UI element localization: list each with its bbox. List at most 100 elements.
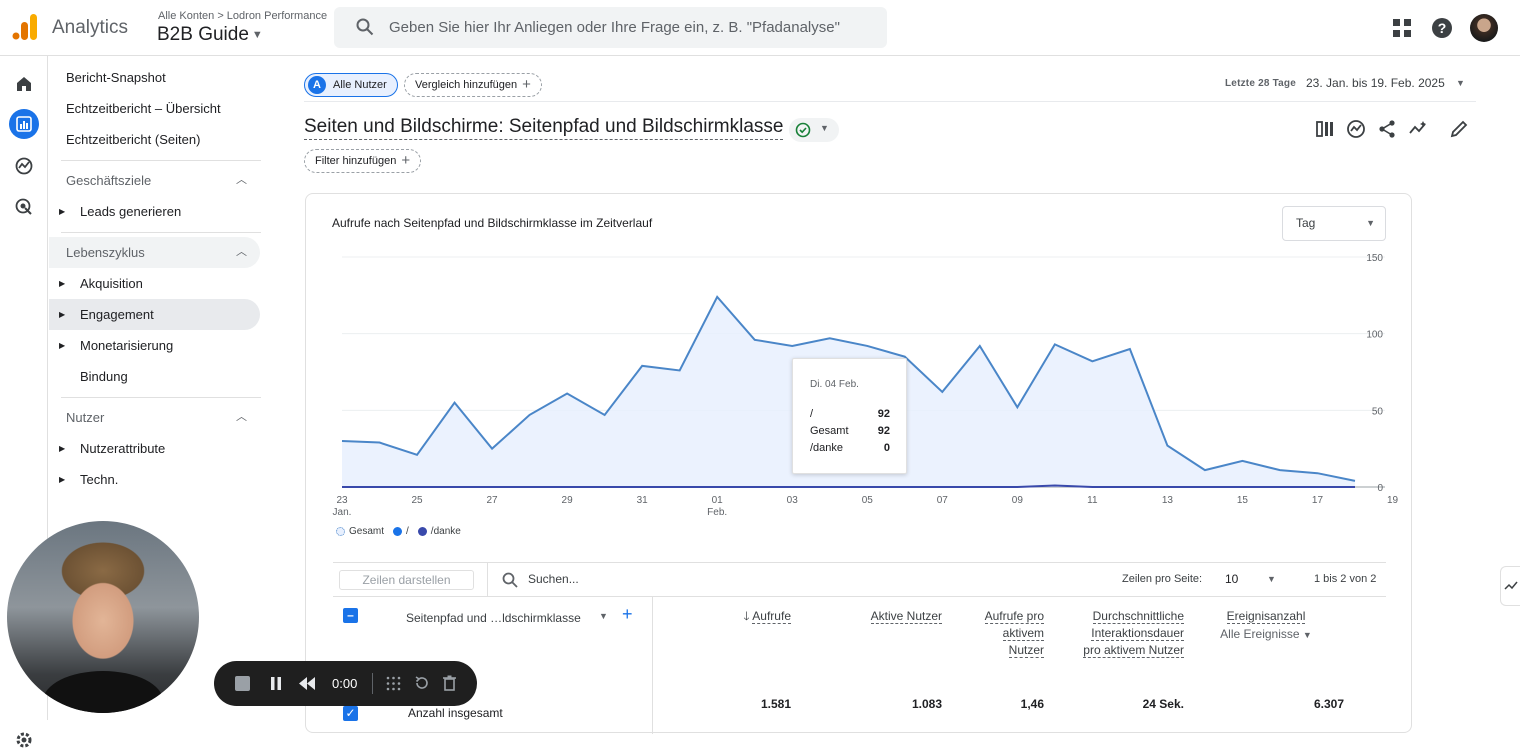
caret-down-icon[interactable]: ▼	[1456, 78, 1465, 88]
search-placeholder: Geben Sie hier Ihr Anliegen oder Ihre Fr…	[389, 19, 840, 36]
sidebar-item-label: Monetarisierung	[80, 338, 174, 353]
table-search-input[interactable]: Suchen...	[528, 572, 579, 586]
sidebar-section-lifecycle[interactable]: Lebenszyklus ︿	[49, 237, 260, 268]
rows-per-page-label: Zeilen pro Seite:	[1122, 573, 1203, 585]
sidebar-item-leads[interactable]: ▶ Leads generieren	[49, 196, 260, 227]
compare-trend-icon[interactable]	[1408, 118, 1430, 140]
caret-down-icon[interactable]: ▼	[1267, 574, 1276, 584]
dimension-header[interactable]: Seitenpfad und …ldschirmklasse	[406, 610, 581, 627]
search-bar[interactable]: Geben Sie hier Ihr Anliegen oder Ihre Fr…	[334, 7, 887, 48]
column-label: Aufrufe pro aktivem Nutzer	[984, 609, 1044, 658]
pagination-info: 1 bis 2 von 2	[1314, 573, 1377, 585]
explore-icon[interactable]	[9, 151, 39, 181]
report-status-menu[interactable]: ▼	[789, 118, 839, 142]
chevron-up-icon: ︿	[236, 246, 247, 258]
sidebar-item-user-attributes[interactable]: ▶ Nutzerattribute	[49, 433, 260, 464]
column-label: Durchschnittliche Interaktionsdauer pro …	[1083, 609, 1184, 658]
tooltip-value: 92	[877, 425, 890, 437]
pause-icon[interactable]	[269, 676, 283, 691]
divider	[372, 673, 373, 694]
caret-down-icon[interactable]: ▼	[599, 611, 608, 621]
sort-arrow-down-icon: 🡓	[743, 609, 750, 623]
insights-icon[interactable]	[1345, 118, 1367, 140]
divider	[304, 101, 1476, 102]
granularity-dropdown[interactable]: Tag ▼	[1282, 206, 1386, 241]
total-row-label: Anzahl insgesamt	[408, 706, 503, 720]
column-header-views[interactable]: 🡓 Aufrufe	[716, 608, 791, 625]
sidebar-section-business-goals[interactable]: Geschäftsziele ︿	[49, 165, 260, 196]
side-panel-tab[interactable]	[1500, 566, 1520, 606]
advertising-icon[interactable]	[9, 192, 39, 222]
expand-arrow-icon: ▶	[59, 341, 66, 350]
svg-text:?: ?	[1438, 20, 1447, 36]
total-views-per-user: 1,46	[1020, 697, 1044, 711]
add-dimension-plus-icon[interactable]: +	[622, 604, 633, 625]
rows-per-page-select[interactable]: 10	[1225, 572, 1238, 586]
customize-report-icon[interactable]	[1314, 118, 1336, 140]
sidebar-item-engagement[interactable]: ▶ Engagement	[49, 299, 260, 330]
sidebar-item-realtime-overview[interactable]: Echtzeitbericht – Übersicht	[49, 93, 260, 124]
x-tick-label: 23	[336, 495, 348, 506]
event-filter-dropdown[interactable]: Alle Ereignisse ▼	[1206, 626, 1326, 644]
plot-rows-button[interactable]: Zeilen darstellen	[339, 570, 474, 590]
screen-recorder-controls: 0:00	[214, 661, 477, 706]
segment-chip-all-users[interactable]: A Alle Nutzer	[304, 73, 398, 97]
total-row-checkbox[interactable]: ✓	[343, 706, 358, 721]
sidebar-item-retention[interactable]: Bindung	[49, 361, 260, 392]
analytics-logo[interactable]	[12, 14, 38, 40]
y-tick-label: 150	[1366, 253, 1383, 264]
sidebar-item-label: Techn.	[80, 472, 119, 487]
account-breadcrumb[interactable]: Alle Konten > Lodron Performance	[158, 10, 327, 22]
column-header-active-users[interactable]: Aktive Nutzer	[846, 608, 942, 625]
section-label: Geschäftsziele	[66, 173, 152, 188]
sidebar-divider	[61, 160, 261, 161]
sidebar-item-tech[interactable]: ▶ Techn.	[49, 464, 260, 495]
date-range-picker[interactable]: 23. Jan. bis 19. Feb. 2025	[1306, 76, 1445, 90]
home-icon[interactable]	[9, 69, 39, 99]
account-avatar[interactable]	[1470, 14, 1498, 42]
sidebar-divider	[61, 397, 261, 398]
sidebar-section-user[interactable]: Nutzer ︿	[49, 402, 260, 433]
x-tick-label: 13	[1162, 495, 1174, 506]
chart-card: Aufrufe nach Seitenpfad und Bildschirmkl…	[305, 193, 1412, 734]
stop-icon[interactable]	[235, 676, 250, 691]
share-icon[interactable]	[1376, 118, 1398, 140]
column-label: Aufrufe	[752, 609, 791, 624]
total-active-users: 1.083	[911, 697, 942, 711]
date-preset-label: Letzte 28 Tage	[1225, 78, 1296, 89]
column-header-avg-engagement[interactable]: Durchschnittliche Interaktionsdauer pro …	[1076, 608, 1184, 659]
apps-grid-icon[interactable]	[1390, 16, 1414, 40]
total-avg-engagement: 24 Sek.	[1142, 697, 1184, 711]
reports-icon[interactable]	[9, 109, 39, 139]
column-header-event-count[interactable]: Ereignisanzahl	[1206, 608, 1326, 625]
trend-icon	[1504, 581, 1518, 590]
caret-down-icon: ▼	[251, 28, 263, 41]
x-tick-label: 01	[712, 495, 724, 506]
trash-icon[interactable]	[442, 675, 457, 691]
x-month-label: Jan.	[333, 507, 352, 518]
rewind-icon[interactable]	[298, 676, 316, 691]
drag-handle-icon[interactable]	[386, 676, 401, 691]
sidebar-item-snapshot[interactable]: Bericht-Snapshot	[49, 62, 260, 93]
column-header-views-per-user[interactable]: Aufrufe pro aktivem Nutzer	[974, 608, 1044, 659]
add-comparison-label: Vergleich hinzufügen	[415, 79, 518, 91]
sidebar-item-acquisition[interactable]: ▶ Akquisition	[49, 268, 260, 299]
legend-item-danke[interactable]: /danke	[417, 526, 461, 537]
legend-item-root[interactable]: /	[393, 526, 409, 537]
edit-pencil-icon[interactable]	[1448, 118, 1470, 140]
x-tick-label: 15	[1237, 495, 1249, 506]
x-tick-label: 19	[1387, 495, 1399, 506]
help-icon[interactable]: ?	[1430, 16, 1454, 40]
select-all-checkbox[interactable]: –	[343, 608, 358, 623]
sidebar-item-realtime-pages[interactable]: Echtzeitbericht (Seiten)	[49, 124, 260, 155]
expand-arrow-icon: ▶	[59, 310, 66, 319]
add-comparison-button[interactable]: Vergleich hinzufügen +	[404, 73, 542, 97]
restart-icon[interactable]	[414, 675, 430, 691]
column-label: Ereignisanzahl	[1226, 609, 1306, 624]
property-selector[interactable]: B2B Guide ▼	[157, 24, 263, 46]
sidebar-item-monetization[interactable]: ▶ Monetarisierung	[49, 330, 260, 361]
total-event-count: 6.307	[1313, 697, 1344, 711]
legend-item-gesamt[interactable]: Gesamt	[336, 526, 384, 537]
settings-gear-icon[interactable]	[14, 730, 34, 750]
add-filter-button[interactable]: Filter hinzufügen +	[304, 149, 422, 173]
